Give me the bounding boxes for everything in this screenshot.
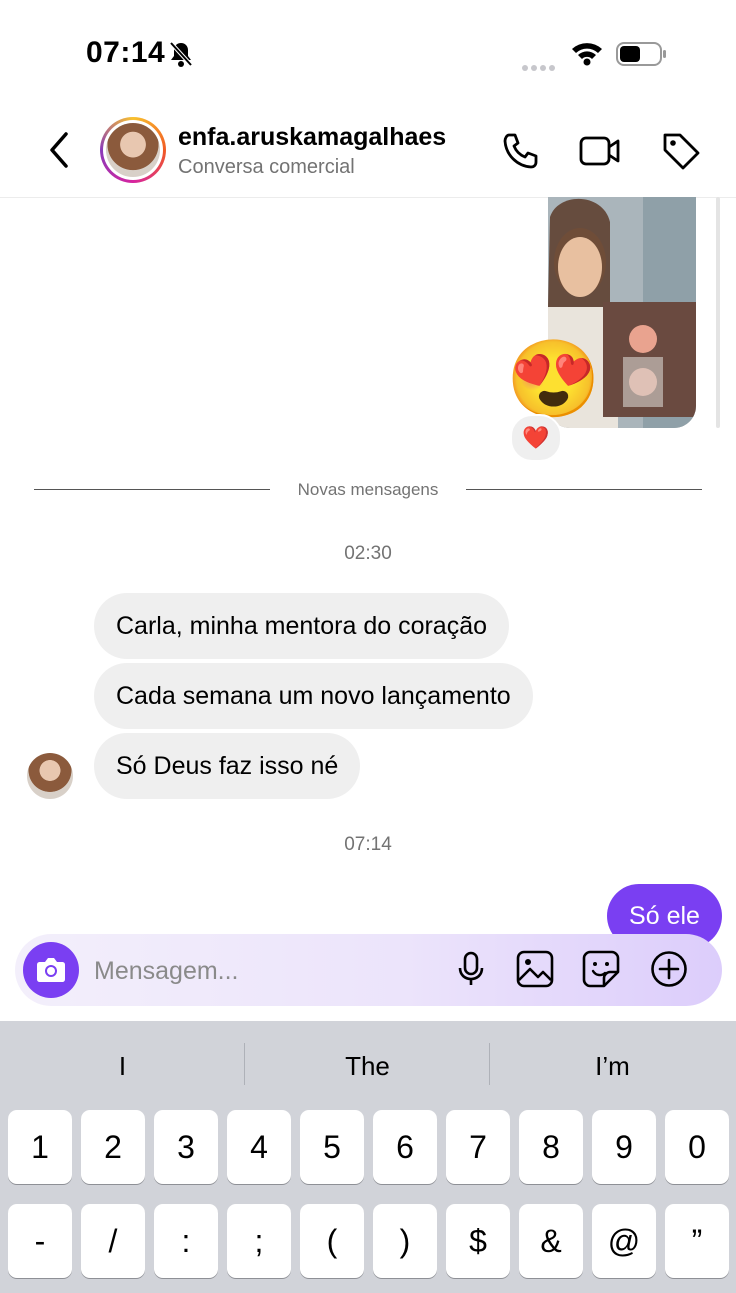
key-close-paren[interactable]: ): [373, 1204, 437, 1278]
key-8[interactable]: 8: [519, 1110, 583, 1184]
message-input[interactable]: [94, 952, 434, 990]
key-dollar[interactable]: $: [446, 1204, 510, 1278]
new-messages-divider: Novas mensagens: [297, 480, 439, 499]
tag-icon[interactable]: [660, 130, 702, 172]
timestamp: 02:30: [344, 543, 392, 564]
suggestion[interactable]: I’m: [490, 1048, 735, 1084]
key-at[interactable]: @: [592, 1204, 656, 1278]
key-hyphen[interactable]: -: [8, 1204, 72, 1278]
status-time: 07:14: [86, 36, 166, 69]
key-open-paren[interactable]: (: [300, 1204, 364, 1278]
key-5[interactable]: 5: [300, 1110, 364, 1184]
key-4[interactable]: 4: [227, 1110, 291, 1184]
bell-muted-icon: [169, 41, 193, 67]
heart-eyes-emoji: 😍: [506, 337, 601, 422]
key-colon[interactable]: :: [154, 1204, 218, 1278]
key-9[interactable]: 9: [592, 1110, 656, 1184]
heart-reaction-badge[interactable]: ❤️: [510, 414, 562, 462]
key-6[interactable]: 6: [373, 1110, 437, 1184]
suggestion[interactable]: I: [0, 1048, 245, 1084]
message-bubble-received[interactable]: Só Deus faz isso né: [94, 733, 361, 799]
key-7[interactable]: 7: [446, 1110, 510, 1184]
key-2[interactable]: 2: [81, 1110, 145, 1184]
key-1[interactable]: 1: [8, 1110, 72, 1184]
key-slash[interactable]: /: [81, 1204, 145, 1278]
contact-avatar[interactable]: [100, 117, 166, 183]
key-0[interactable]: 0: [665, 1110, 729, 1184]
video-call-icon[interactable]: [578, 130, 620, 172]
suggestion[interactable]: The: [245, 1048, 490, 1084]
sender-avatar[interactable]: [27, 753, 73, 799]
key-quote[interactable]: ”: [665, 1204, 729, 1278]
key-3[interactable]: 3: [154, 1110, 218, 1184]
phone-icon[interactable]: [500, 130, 542, 172]
battery-icon: [616, 42, 666, 66]
message-bubble-received[interactable]: Carla, minha mentora do coração: [94, 593, 510, 659]
wifi-icon: [572, 43, 602, 66]
message-bubble-received[interactable]: Cada semana um novo lançamento: [94, 663, 533, 729]
add-icon[interactable]: [650, 950, 688, 988]
gallery-icon[interactable]: [516, 950, 554, 988]
camera-icon: [37, 958, 65, 982]
camera-button[interactable]: [23, 942, 79, 998]
post-scrollbar: [716, 197, 720, 428]
key-ampersand[interactable]: &: [519, 1204, 583, 1278]
signal-icon: [522, 58, 558, 76]
timestamp: 07:14: [344, 834, 392, 855]
microphone-icon[interactable]: [452, 950, 490, 988]
back-arrow-icon[interactable]: [44, 130, 74, 170]
contact-username[interactable]: enfa.aruskamagalhaes: [178, 123, 446, 152]
contact-subtitle: Conversa comercial: [178, 156, 355, 178]
sticker-icon[interactable]: [582, 950, 620, 988]
key-semicolon[interactable]: ;: [227, 1204, 291, 1278]
